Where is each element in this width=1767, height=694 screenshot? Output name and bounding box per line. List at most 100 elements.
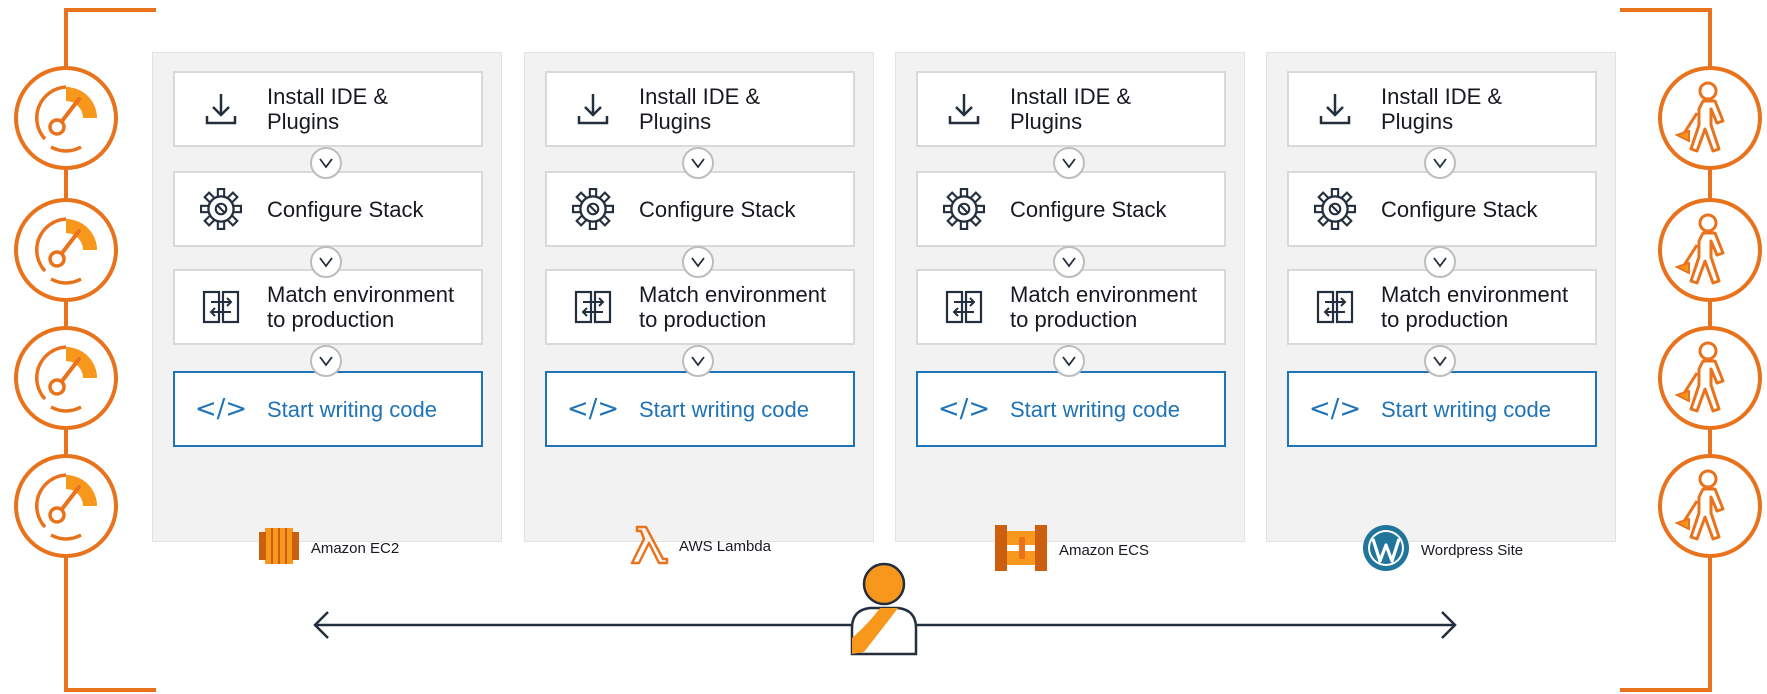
speedometer-icon — [27, 79, 105, 157]
step-install-ide: Install IDE & Plugins — [173, 71, 483, 147]
step-label: Install IDE & Plugins — [639, 84, 760, 134]
step-label-line: Start writing code — [639, 396, 809, 422]
workflow-column: Install IDE & Plugins Configure Stack Match… — [1266, 52, 1616, 571]
step-label-line: Install IDE & — [639, 84, 761, 109]
left-circle-2 — [14, 198, 118, 302]
compare-icon — [1289, 288, 1381, 326]
step-label-line: Configure Stack — [639, 196, 796, 222]
step-label-line: Configure Stack — [1381, 196, 1538, 222]
chevron-down-icon — [682, 246, 714, 278]
step-install-ide: Install IDE & Plugins — [1287, 71, 1597, 147]
chevron-down-icon — [310, 147, 342, 179]
step-label: Configure Stack — [639, 197, 796, 222]
amazon-ecs-icon — [993, 523, 1049, 578]
construction-worker-icon — [1675, 467, 1745, 545]
service-label: Amazon ECS — [1058, 542, 1150, 559]
step-label-line: Install IDE & — [1381, 84, 1503, 109]
step-label: Match environment to production — [267, 282, 454, 332]
construction-worker-icon — [1675, 339, 1745, 417]
service-badge: Wordpress Site — [1267, 523, 1617, 578]
code-icon: </> — [1308, 394, 1362, 424]
chevron-down-icon — [682, 147, 714, 179]
speedometer-icon — [27, 467, 105, 545]
step-label-line: Configure Stack — [1010, 196, 1167, 222]
gear-icon — [918, 188, 1010, 230]
left-circle-4 — [14, 454, 118, 558]
download-icon — [547, 90, 639, 128]
step-label-line: Start writing code — [1381, 396, 1551, 422]
step-label: Start writing code — [1010, 397, 1180, 422]
step-label: Configure Stack — [267, 197, 424, 222]
download-icon — [175, 90, 267, 128]
code-icon: </> — [194, 394, 248, 424]
step-configure-stack: Configure Stack — [173, 171, 483, 247]
compare-icon — [918, 288, 1010, 326]
code-icon: </> — [937, 394, 991, 424]
step-configure-stack: Configure Stack — [545, 171, 855, 247]
construction-worker-icon — [1675, 211, 1745, 289]
step-label-line: Start writing code — [267, 396, 437, 422]
step-label-line: to production — [639, 307, 767, 332]
step-label-line: Match environment — [639, 282, 827, 307]
right-circle-3 — [1658, 326, 1762, 430]
compare-icon — [547, 288, 639, 326]
speedometer-icon — [27, 211, 105, 289]
chevron-down-icon — [682, 345, 714, 377]
chevron-down-icon — [1424, 246, 1456, 278]
step-install-ide: Install IDE & Plugins — [916, 71, 1226, 147]
workflow-column: Install IDE & Plugins Configure Stack Match… — [152, 52, 502, 564]
left-circle-3 — [14, 326, 118, 430]
left-bracket-bottom — [64, 688, 156, 692]
download-icon — [918, 90, 1010, 128]
chevron-down-icon — [310, 246, 342, 278]
step-label: Match environment to production — [639, 282, 826, 332]
step-label: Start writing code — [639, 397, 809, 422]
step-label-line: Match environment — [1010, 282, 1198, 307]
code-icon: </> — [566, 394, 620, 424]
chevron-down-icon — [310, 345, 342, 377]
step-label-line: Match environment — [1381, 282, 1569, 307]
right-circle-2 — [1658, 198, 1762, 302]
developer-person-icon — [850, 562, 918, 656]
chevron-down-icon — [1424, 147, 1456, 179]
service-label: Amazon EC2 — [310, 540, 400, 557]
workflow-column: Install IDE & Plugins Configure Stack Match… — [524, 52, 874, 565]
right-circle-4 — [1658, 454, 1762, 558]
right-bracket-top — [1620, 8, 1712, 12]
step-install-ide: Install IDE & Plugins — [545, 71, 855, 147]
service-label: Wordpress Site — [1420, 542, 1524, 559]
step-label-line: Start writing code — [1010, 396, 1180, 422]
step-start-writing-code: </> Start writing code — [1287, 371, 1597, 447]
workflow-column: Install IDE & Plugins Configure Stack Match… — [895, 52, 1245, 571]
chevron-down-icon — [1053, 345, 1085, 377]
step-match-environment: Match environment to production — [173, 269, 483, 345]
step-label-line: to production — [1010, 307, 1138, 332]
step-configure-stack: Configure Stack — [916, 171, 1226, 247]
step-label: Start writing code — [267, 397, 437, 422]
gear-icon — [547, 188, 639, 230]
chevron-down-icon — [1053, 246, 1085, 278]
step-label-line: to production — [1381, 307, 1509, 332]
left-circle-1 — [14, 66, 118, 170]
gear-icon — [175, 188, 267, 230]
step-label: Install IDE & Plugins — [267, 84, 388, 134]
step-label-line: Match environment — [267, 282, 455, 307]
step-label-line: Install IDE & — [267, 84, 389, 109]
step-match-environment: Match environment to production — [1287, 269, 1597, 345]
step-start-writing-code: </> Start writing code — [545, 371, 855, 447]
step-label-line: Plugins — [1010, 109, 1083, 134]
step-label: Install IDE & Plugins — [1010, 84, 1131, 134]
step-label-line: Plugins — [1381, 109, 1454, 134]
service-badge: Amazon EC2 — [153, 523, 503, 574]
wordpress-icon — [1361, 523, 1411, 578]
step-label: Install IDE & Plugins — [1381, 84, 1502, 134]
chevron-down-icon — [1424, 345, 1456, 377]
step-label-line: to production — [267, 307, 395, 332]
step-label: Match environment to production — [1010, 282, 1197, 332]
left-bracket-top — [64, 8, 156, 12]
step-label-line: Plugins — [267, 109, 340, 134]
step-start-writing-code: </> Start writing code — [916, 371, 1226, 447]
right-bracket-bottom — [1620, 688, 1712, 692]
step-label: Start writing code — [1381, 397, 1551, 422]
step-label: Configure Stack — [1381, 197, 1538, 222]
